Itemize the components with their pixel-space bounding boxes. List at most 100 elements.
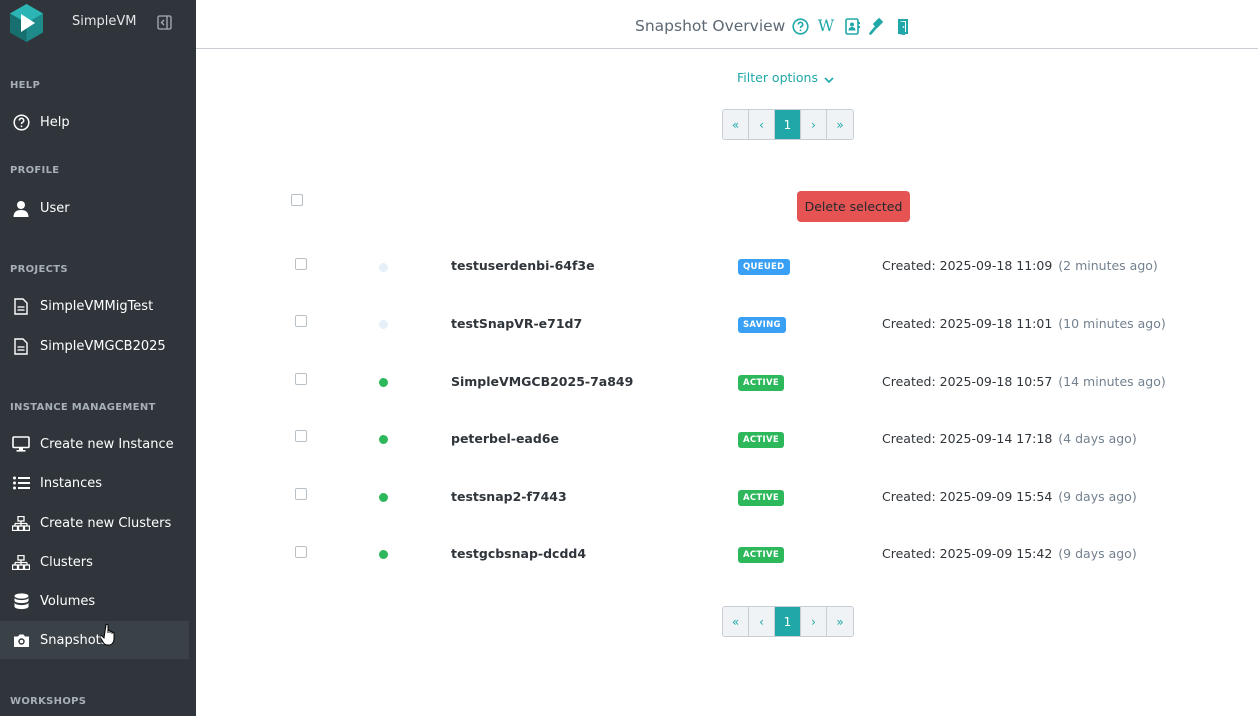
list-icon: [11, 473, 31, 493]
page-last-button[interactable]: »: [827, 110, 853, 139]
sidebar-item-clusters[interactable]: Clusters: [0, 543, 189, 581]
section-title-workshops: WORKSHOPS: [10, 696, 87, 707]
created-date: Created: 2025-09-09 15:42 (9 days ago): [882, 546, 1137, 561]
row-checkbox[interactable]: [295, 258, 307, 270]
wikipedia-icon[interactable]: W: [817, 17, 835, 35]
page-title: Snapshot Overview: [635, 17, 786, 35]
created-text: Created: 2025-09-18 10:57: [882, 374, 1053, 389]
section-title-projects: PROJECTS: [10, 264, 68, 275]
document-icon: [11, 296, 31, 316]
gavel-icon[interactable]: [869, 17, 887, 35]
status-dot: [379, 320, 388, 329]
status-dot: [379, 435, 388, 444]
created-date: Created: 2025-09-09 15:54 (9 days ago): [882, 489, 1137, 504]
row-checkbox[interactable]: [295, 373, 307, 385]
created-text: Created: 2025-09-14 17:18: [882, 431, 1053, 446]
created-text: Created: 2025-09-18 11:01: [882, 316, 1053, 331]
snapshot-name: SimpleVMGCB2025-7a849: [451, 374, 634, 389]
sidebar-item-label: Volumes: [40, 593, 96, 609]
status-badge: ACTIVE: [738, 375, 784, 391]
question-circle-icon: [11, 112, 31, 132]
sitemap-icon: [11, 552, 31, 572]
sidebar-item-user[interactable]: User: [0, 189, 189, 227]
monitor-icon: [11, 434, 31, 454]
row-checkbox[interactable]: [295, 488, 307, 500]
sidebar-item-label: Create new Instance: [40, 436, 174, 452]
sidebar-item-label: Snapshots: [40, 632, 108, 648]
created-ago: (14 minutes ago): [1058, 374, 1166, 389]
row-checkbox[interactable]: [295, 315, 307, 327]
created-text: Created: 2025-09-09 15:54: [882, 489, 1053, 504]
page-next-button[interactable]: ›: [801, 110, 827, 139]
status-badge: ACTIVE: [738, 547, 784, 563]
sidebar-item-simplevmgcb2025[interactable]: SimpleVMGCB2025: [0, 327, 189, 365]
row-checkbox[interactable]: [295, 546, 307, 558]
filter-options-toggle[interactable]: Filter options: [737, 70, 834, 85]
hand-cursor-icon: [101, 623, 115, 646]
top-header: Snapshot Overview W: [196, 0, 1258, 49]
simplevm-logo-icon[interactable]: [10, 4, 43, 42]
page-first-button[interactable]: «: [723, 607, 749, 636]
status-dot: [379, 263, 388, 272]
sidebar-item-label: SimpleVMGCB2025: [40, 338, 166, 354]
created-date: Created: 2025-09-18 10:57 (14 minutes ago…: [882, 374, 1166, 389]
delete-selected-button[interactable]: Delete selected: [797, 191, 910, 222]
page-prev-button[interactable]: ‹: [749, 607, 775, 636]
sidebar-item-create-new-instance[interactable]: Create new Instance: [0, 425, 189, 463]
page-next-button[interactable]: ›: [801, 607, 827, 636]
snapshot-name: peterbel-ead6e: [451, 431, 559, 446]
page-current-button[interactable]: 1: [775, 607, 801, 636]
sidebar-item-simplevmmigtest[interactable]: SimpleVMMigTest: [0, 287, 189, 325]
page-prev-button[interactable]: ‹: [749, 110, 775, 139]
sidebar-collapse-icon[interactable]: [157, 15, 172, 30]
status-badge: QUEUED: [738, 259, 790, 275]
created-ago: (2 minutes ago): [1058, 258, 1158, 273]
status-dot: [379, 550, 388, 559]
created-date: Created: 2025-09-18 11:09 (2 minutes ago): [882, 258, 1158, 273]
sidebar-item-create-new-clusters[interactable]: Create new Clusters: [0, 504, 189, 542]
sidebar-item-snapshots[interactable]: Snapshots: [0, 621, 189, 659]
snapshot-name: testuserdenbi-64f3e: [451, 258, 595, 273]
status-dot: [379, 493, 388, 502]
sidebar-item-label: Instances: [40, 475, 103, 491]
user-icon: [11, 198, 31, 218]
app-name: SimpleVM: [72, 14, 137, 29]
created-text: Created: 2025-09-09 15:42: [882, 546, 1053, 561]
sitemap-icon: [11, 513, 31, 533]
sidebar-item-label: Create new Clusters: [40, 515, 172, 531]
address-book-icon[interactable]: [843, 17, 861, 35]
status-badge: ACTIVE: [738, 432, 784, 448]
sidebar-item-instances[interactable]: Instances: [0, 464, 189, 502]
brand: SimpleVM: [0, 0, 196, 48]
status-badge: SAVING: [738, 317, 786, 333]
database-icon: [11, 591, 31, 611]
sidebar-item-label: Help: [40, 114, 70, 130]
sidebar-item-volumes[interactable]: Volumes: [0, 582, 189, 620]
status-badge: ACTIVE: [738, 490, 784, 506]
page-first-button[interactable]: «: [723, 110, 749, 139]
select-all-checkbox[interactable]: [291, 194, 303, 206]
page-current-button[interactable]: 1: [775, 110, 801, 139]
sidebar-item-label: SimpleVMMigTest: [40, 298, 154, 314]
created-ago: (4 days ago): [1058, 431, 1137, 446]
row-checkbox[interactable]: [295, 430, 307, 442]
pagination-top: « ‹ 1 › »: [722, 109, 854, 140]
section-title-profile: PROFILE: [10, 165, 60, 176]
filter-options-label: Filter options: [737, 70, 818, 85]
status-dot: [379, 378, 388, 387]
help-circle-icon[interactable]: [791, 17, 809, 35]
pagination-bottom: « ‹ 1 › »: [722, 606, 854, 637]
created-date: Created: 2025-09-14 17:18 (4 days ago): [882, 431, 1137, 446]
section-title-help: HELP: [10, 80, 41, 91]
page-last-button[interactable]: »: [827, 607, 853, 636]
created-date: Created: 2025-09-18 11:01 (10 minutes ago…: [882, 316, 1166, 331]
section-title-instance-management: INSTANCE MANAGEMENT: [10, 402, 156, 413]
sidebar-item-label: User: [40, 200, 70, 216]
sidebar-item-help[interactable]: Help: [0, 103, 189, 141]
document-icon: [11, 336, 31, 356]
created-text: Created: 2025-09-18 11:09: [882, 258, 1053, 273]
created-ago: (9 days ago): [1058, 489, 1137, 504]
created-ago: (10 minutes ago): [1058, 316, 1166, 331]
snapshot-name: testSnapVR-e71d7: [451, 316, 583, 331]
door-exit-icon[interactable]: [895, 17, 913, 35]
